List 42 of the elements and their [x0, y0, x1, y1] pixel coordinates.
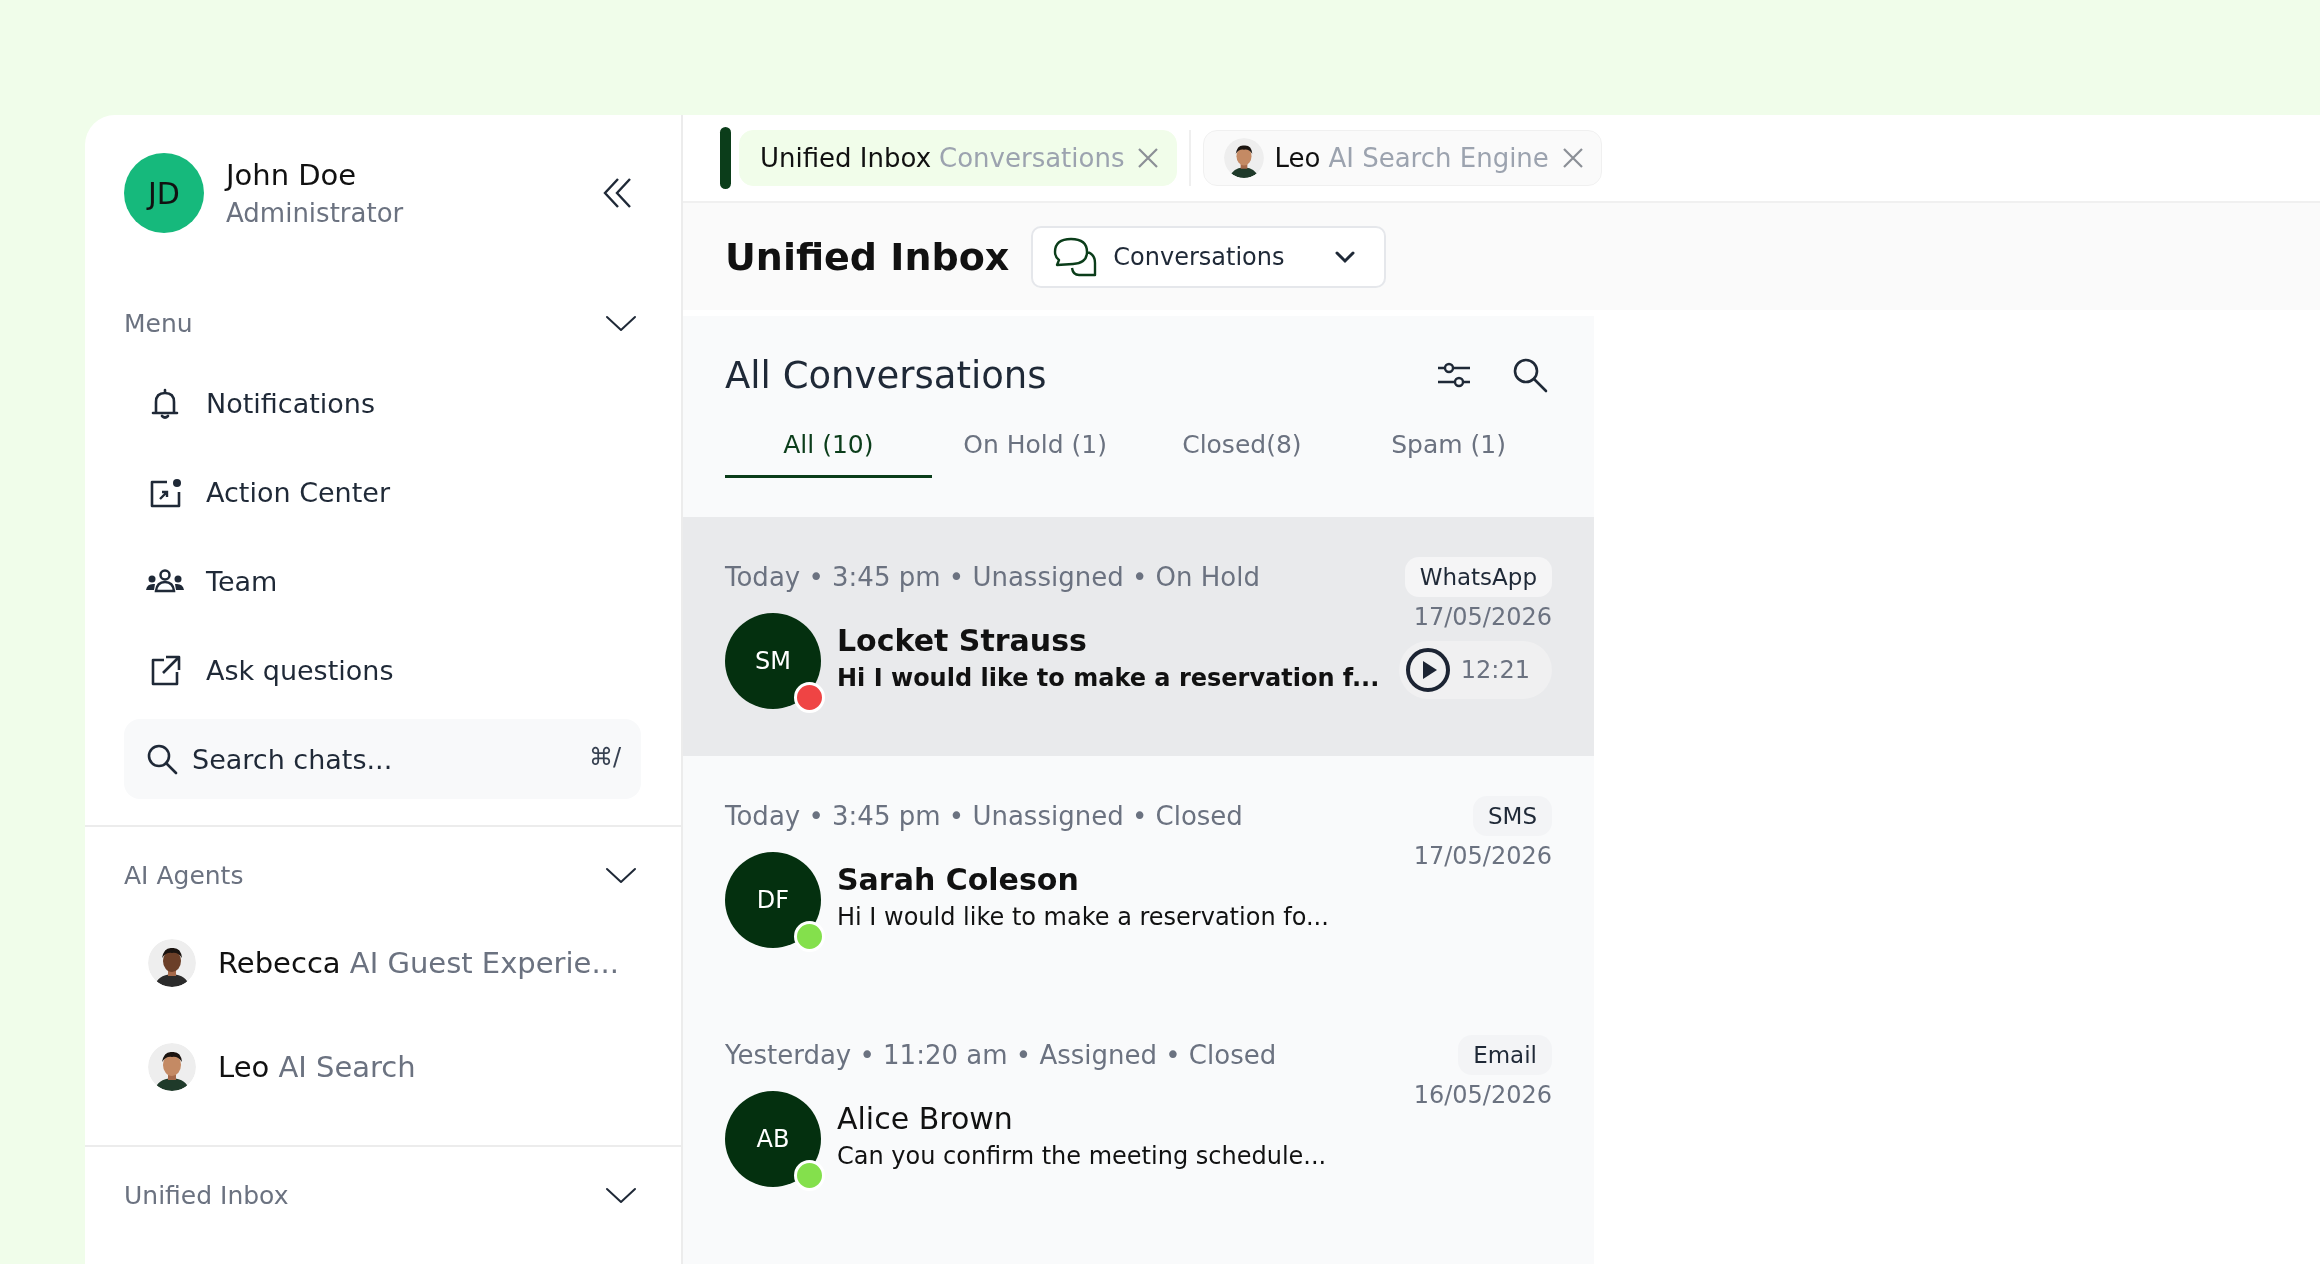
menu-item[interactable]: Team: [124, 537, 641, 626]
contact-name: Locket Strauss: [837, 623, 1088, 658]
agent-item[interactable]: Leo AI Search: [218, 1050, 416, 1084]
menu-item[interactable]: Ask questions: [124, 626, 641, 715]
user-role: Administrator: [226, 198, 404, 228]
view-dropdown[interactable]: Conversations: [1031, 225, 1387, 288]
conversation-meta: Today • 3:45 pm • Unassigned • Closed: [725, 801, 1243, 831]
filter-tab[interactable]: On Hold (1): [931, 420, 1139, 478]
filter-tab[interactable]: Closed(8): [1138, 420, 1346, 478]
section-label: Menu: [124, 308, 193, 338]
play-icon: [1404, 647, 1451, 693]
conversation-row[interactable]: Today • 3:45 pm • Unassigned • On Hold WhatsApp SM Locket Strauss Hi I would like to make a reservation f... 17/05/2026 12:21: [683, 517, 1594, 756]
conversation-row[interactable]: Yesterday • 11:20 am • Assigned • Closed Email AB Alice Brown Can you confirm the meeting schedule... 16/05/2026: [683, 995, 1594, 1234]
message-preview: Can you confirm the meeting schedule...: [837, 1142, 1328, 1170]
conversation-meta: Today • 3:45 pm • Unassigned • On Hold: [725, 562, 1260, 592]
filter-tab[interactable]: Spam (1): [1345, 420, 1552, 478]
menu-item[interactable]: Action Center: [124, 448, 641, 537]
contact-name: Sarah Coleson: [837, 862, 1080, 897]
section-label: Unified Inbox: [124, 1180, 289, 1210]
conversation-meta: Yesterday • 11:20 am • Assigned • Closed: [725, 1040, 1277, 1070]
section-label: AI Agents: [124, 860, 244, 890]
message-preview: Hi I would like to make a reservation f...: [837, 664, 1381, 692]
message-preview: Hi I would like to make a reservation fo...: [837, 903, 1330, 931]
channel-tag: WhatsApp: [1404, 557, 1552, 597]
panel-title: All Conversations: [725, 353, 1048, 397]
page-title: Unified Inbox: [725, 234, 1010, 279]
channel-tag: SMS: [1472, 796, 1552, 836]
conversation-row[interactable]: Today • 3:45 pm • Unassigned • Closed SMS DF Sarah Coleson Hi I would like to make a reservation fo... 17/05/2026: [683, 756, 1594, 995]
user-name: John Doe: [226, 158, 358, 192]
menu-item[interactable]: Notifications: [124, 359, 641, 448]
tab[interactable]: Leo AI Search Engine: [1203, 130, 1602, 186]
contact-name: Alice Brown: [837, 1101, 1014, 1136]
filter-tab[interactable]: All (10): [725, 420, 932, 478]
agent-item[interactable]: Rebecca AI Guest Experie...: [218, 946, 620, 980]
conversation-date: 17/05/2026: [1413, 603, 1552, 631]
channel-tag: Email: [1458, 1035, 1552, 1075]
voice-note[interactable]: 12:21: [1398, 641, 1552, 699]
user-avatar: JD: [124, 153, 204, 233]
tab[interactable]: Unified Inbox Conversations: [739, 130, 1178, 186]
conversation-date: 16/05/2026: [1413, 1081, 1552, 1109]
conversation-date: 17/05/2026: [1413, 842, 1552, 870]
shortcut-hint: ⌘/: [588, 743, 621, 771]
